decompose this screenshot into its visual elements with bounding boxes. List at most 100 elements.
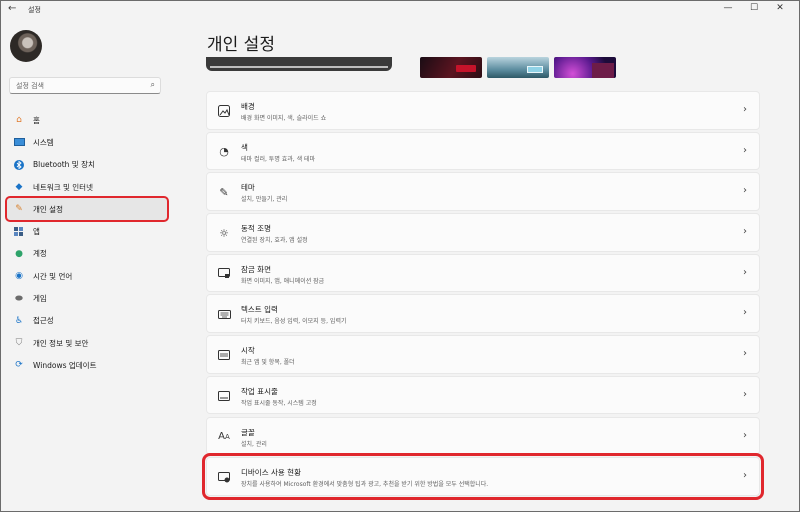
- card-title: 잠금 화면: [241, 264, 271, 274]
- sidebar-item-label: 개인 정보 및 보안: [33, 338, 89, 348]
- sidebar-item-network[interactable]: ◆ 네트워크 및 인터넷: [7, 176, 167, 198]
- chevron-right-icon: ›: [743, 307, 747, 319]
- search-input[interactable]: 설정 검색 ⌕: [9, 77, 161, 94]
- keyboard-icon: [217, 307, 231, 321]
- card-subtitle: 터치 키보드, 음성 입력, 이모지 등, 입력기: [241, 318, 347, 326]
- current-background-preview: [206, 57, 392, 71]
- shield-icon: ⛉: [15, 338, 23, 349]
- person-icon: ●: [15, 248, 23, 259]
- card-background[interactable]: 배경 배경 화면 이미지, 색, 슬라이드 쇼 ›: [206, 91, 760, 130]
- card-subtitle: 연결된 장치, 효과, 앱 설정: [241, 237, 308, 245]
- sidebar-item-label: 네트워크 및 인터넷: [33, 182, 93, 192]
- sidebar-item-windows-update[interactable]: ⟳ Windows 업데이트: [7, 354, 167, 376]
- card-lock-screen[interactable]: 잠금 화면 화면 이미지, 앱, 애니메이션 잠금 ›: [206, 253, 760, 293]
- card-title: 시작: [241, 346, 255, 356]
- card-start[interactable]: 시작 최근 앱 및 항목, 폴더 ›: [206, 335, 760, 374]
- gamepad-icon: ⬬: [15, 293, 23, 304]
- sidebar-item-accessibility[interactable]: ♿ 접근성: [7, 310, 167, 332]
- start-icon: [217, 348, 231, 362]
- card-fonts[interactable]: AA 글꼴 설치, 관리 ›: [206, 416, 760, 455]
- chevron-right-icon: ›: [743, 266, 747, 278]
- sidebar-item-label: Windows 업데이트: [33, 360, 97, 370]
- search-icon[interactable]: ⌕: [151, 80, 155, 90]
- back-arrow-icon[interactable]: ←: [8, 3, 16, 14]
- card-title: 글꼴: [241, 427, 255, 437]
- sidebar-item-privacy[interactable]: ⛉ 개인 정보 및 보안: [7, 332, 167, 354]
- lock-screen-icon: [217, 267, 231, 281]
- card-subtitle: 최근 앱 및 항목, 폴더: [241, 359, 295, 367]
- card-device-usage[interactable]: 디바이스 사용 현황 장치를 사용하여 Microsoft 환경에서 맞춤형 팁…: [202, 453, 764, 500]
- globe-clock-icon: ◉: [15, 271, 23, 282]
- monitor-icon: [13, 137, 25, 147]
- card-subtitle: 장치를 사용하여 Microsoft 환경에서 맞춤형 팁과 광고, 추천을 받…: [241, 481, 489, 489]
- chevron-right-icon: ›: [743, 470, 747, 482]
- sidebar-item-time-language[interactable]: ◉ 시간 및 언어: [7, 265, 167, 287]
- maximize-button[interactable]: ☐: [741, 1, 767, 15]
- card-themes[interactable]: ✎ 테마 설치, 만들기, 관리 ›: [206, 172, 760, 211]
- settings-list: 배경 배경 화면 이미지, 색, 슬라이드 쇼 › ◔ 색 테마 컬러, 투명 …: [202, 91, 764, 500]
- sidebar-item-home[interactable]: ⌂ 홈: [7, 109, 167, 131]
- sidebar-item-label: 시스템: [33, 137, 54, 147]
- card-subtitle: 설치, 만들기, 관리: [241, 196, 288, 204]
- theme-thumbnail[interactable]: [487, 57, 549, 78]
- sidebar-item-system[interactable]: 시스템: [7, 131, 167, 153]
- pen-icon: ✎: [219, 185, 229, 199]
- window-controls: — ☐ ✕: [715, 1, 793, 15]
- sidebar-item-personalization[interactable]: ✎ 개인 설정: [5, 196, 169, 223]
- card-taskbar[interactable]: 작업 표시줄 작업 표시줄 동작, 시스템 고정 ›: [206, 375, 760, 415]
- sidebar-item-label: 시간 및 언어: [33, 271, 73, 281]
- sidebar: 설정 검색 ⌕ ⌂ 홈 시스템 Bluetooth 및 장치 ◆ 네트워크 및 인터…: [1, 19, 176, 511]
- card-dynamic-lighting[interactable]: ☼ 동적 조명 연결된 장치, 효과, 앱 설정 ›: [206, 213, 760, 252]
- card-title: 테마: [241, 183, 255, 193]
- bluetooth-icon: [13, 159, 25, 170]
- chevron-right-icon: ›: [743, 348, 747, 360]
- avatar[interactable]: [10, 30, 42, 62]
- sidebar-item-label: 앱: [33, 227, 40, 237]
- sidebar-item-apps[interactable]: 앱: [7, 220, 167, 242]
- card-subtitle: 테마 컬러, 투명 효과, 색 테마: [241, 155, 316, 163]
- sidebar-item-accounts[interactable]: ● 계정: [7, 243, 167, 265]
- card-colors[interactable]: ◔ 색 테마 컬러, 투명 효과, 색 테마 ›: [206, 131, 760, 171]
- update-icon: ⟳: [15, 360, 23, 371]
- card-title: 배경: [241, 102, 255, 111]
- card-subtitle: 화면 이미지, 앱, 애니메이션 잠금: [241, 277, 325, 285]
- card-title: 디바이스 사용 현황: [241, 468, 301, 478]
- chevron-right-icon: ›: [743, 226, 747, 238]
- chevron-right-icon: ›: [743, 429, 747, 441]
- sun-icon: ☼: [219, 226, 229, 240]
- device-usage-icon: [217, 470, 231, 484]
- card-title: 동적 조명: [241, 224, 271, 234]
- minimize-button[interactable]: —: [715, 1, 741, 15]
- card-subtitle: 설치, 관리: [241, 440, 267, 448]
- sidebar-nav: ⌂ 홈 시스템 Bluetooth 및 장치 ◆ 네트워크 및 인터넷 ✎ 개인 설정…: [5, 109, 169, 377]
- sidebar-item-label: 개인 설정: [33, 204, 63, 214]
- theme-thumbnail[interactable]: [554, 57, 616, 78]
- theme-thumbnails: [420, 57, 616, 78]
- apps-icon: [13, 226, 25, 237]
- sidebar-item-label: 게임: [33, 294, 47, 304]
- theme-thumbnail[interactable]: [420, 57, 482, 78]
- window-title: 설정: [28, 6, 41, 14]
- main-content: 개인 설정 배경 배경 화면 이미지, 색, 슬라이드 쇼 › ◔ 색 테마 컬…: [177, 19, 799, 511]
- card-subtitle: 작업 표시줄 동작, 시스템 고정: [241, 399, 317, 407]
- accessibility-icon: ♿: [14, 315, 24, 326]
- close-button[interactable]: ✕: [767, 1, 793, 15]
- card-text-input[interactable]: 텍스트 입력 터치 키보드, 음성 입력, 이모지 등, 입력기 ›: [206, 294, 760, 333]
- taskbar-icon: [217, 389, 231, 403]
- search-placeholder: 설정 검색: [16, 82, 44, 90]
- page-title: 개인 설정: [207, 35, 275, 55]
- card-title: 작업 표시줄: [241, 386, 278, 396]
- sidebar-item-label: 접근성: [33, 316, 54, 326]
- sidebar-item-bluetooth[interactable]: Bluetooth 및 장치: [7, 154, 167, 176]
- sidebar-item-label: Bluetooth 및 장치: [33, 160, 95, 170]
- card-subtitle: 배경 화면 이미지, 색, 슬라이드 쇼: [241, 115, 327, 122]
- chevron-right-icon: ›: [743, 388, 747, 400]
- home-icon: ⌂: [16, 115, 22, 126]
- image-icon: [217, 104, 231, 118]
- card-title: 텍스트 입력: [241, 305, 278, 315]
- chevron-right-icon: ›: [743, 144, 747, 156]
- sidebar-item-label: 계정: [33, 249, 47, 259]
- sidebar-item-gaming[interactable]: ⬬ 게임: [7, 287, 167, 309]
- card-title: 색: [241, 142, 248, 152]
- title-bar: ← 설정 — ☐ ✕: [1, 1, 799, 19]
